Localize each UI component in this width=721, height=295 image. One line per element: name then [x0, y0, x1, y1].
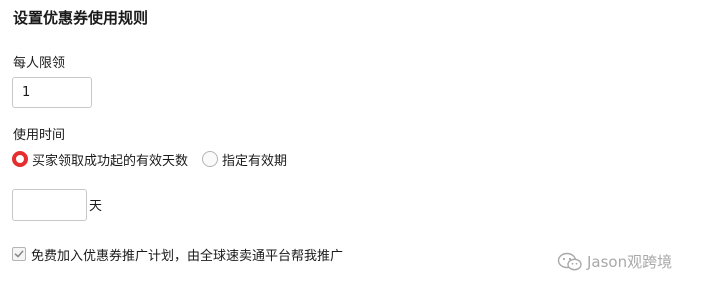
days-unit-label: 天 [89, 199, 103, 214]
radio-fixed-period-label: 指定有效期 [222, 153, 288, 169]
per-person-limit-label: 每人限领 [13, 56, 66, 71]
page-title: 设置优惠券使用规则 [13, 9, 149, 27]
radio-days-after-claim-label: 买家领取成功起的有效天数 [32, 153, 189, 169]
radio-unchecked-icon [202, 151, 219, 167]
wechat-icon [557, 252, 582, 271]
valid-days-input[interactable] [12, 189, 87, 221]
radio-fixed-period[interactable]: 指定有效期 [202, 150, 287, 169]
usage-time-radio-group: 买家领取成功起的有效天数 指定有效期 [12, 150, 287, 169]
radio-checked-icon [12, 151, 28, 167]
checkbox-checked-icon [12, 247, 26, 261]
promotion-checkbox[interactable]: 免费加入优惠券推广计划，由全球速卖通平台帮我推广 [12, 245, 344, 264]
radio-days-after-claim[interactable]: 买家领取成功起的有效天数 [12, 150, 188, 169]
watermark-text: Jason观跨境 [587, 253, 673, 271]
watermark: Jason观跨境 [557, 252, 672, 272]
per-person-limit-input[interactable] [12, 77, 92, 108]
promotion-checkbox-label: 免费加入优惠券推广计划，由全球速卖通平台帮我推广 [31, 248, 344, 264]
usage-time-label: 使用时间 [13, 128, 66, 143]
